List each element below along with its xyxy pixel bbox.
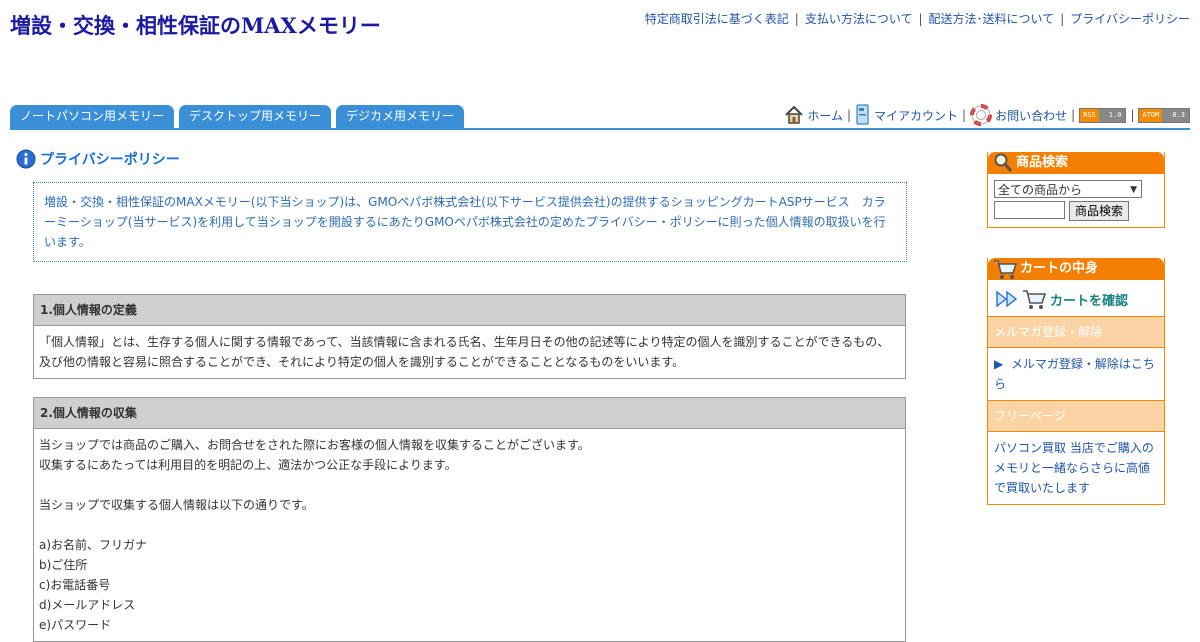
link-tokushoho[interactable]: 特定商取引法に基づく表記 <box>645 12 789 26</box>
cart-widget-header: カートの中身 <box>988 258 1164 280</box>
search-widget-header: 商品検索 <box>988 152 1164 174</box>
tab-desktop-memory[interactable]: デスクトップ用メモリー <box>179 105 332 129</box>
product-search-widget: 商品検索 全ての商品から ▼ 商品検索 <box>987 152 1165 228</box>
view-cart-label: カートを確認 <box>1050 293 1129 309</box>
freepage-body: パソコン買取 当店でご購入のメモリと一緒ならさらに高値で買取いたします <box>988 432 1164 504</box>
page-title: プライバシーポリシー <box>16 149 180 169</box>
search-form: 全ての商品から ▼ 商品検索 <box>988 174 1164 227</box>
top-links: 特定商取引法に基づく表記 | 支払い方法について | 配送方法･送料について | プライバシ… <box>645 10 1190 27</box>
mailmag-link-label: メルマガ登録・解除はこちら <box>994 357 1155 391</box>
cart-widget: カートの中身 カートを確認 メルマガ登録・解除 ▶ メルマガ登録・解除はこちら … <box>987 258 1165 505</box>
separator: | <box>1071 108 1076 122</box>
section-text: 「個人情報」とは、生存する個人に関する情報であって、当該情報に含まれる氏名、生年… <box>39 335 890 369</box>
link-shipping[interactable]: 配送方法･送料について <box>929 12 1055 26</box>
section-text: 当ショップでは商品のご購入、お問合せをされた際にお客様の個人情報を収集することが… <box>39 438 590 452</box>
atom-feed-badge[interactable]: ATOM 0.3 <box>1138 107 1190 123</box>
magnifier-icon <box>994 153 1013 172</box>
tab-camera-memory[interactable]: デジカメ用メモリー <box>336 105 465 129</box>
category-tabs: ノートパソコン用メモリー デスクトップ用メモリー デジカメ用メモリー <box>10 105 465 129</box>
nav-contact[interactable]: お問い合わせ <box>970 104 1067 126</box>
nav-home[interactable]: ホーム <box>784 105 843 125</box>
rss-version: 1.0 <box>1098 108 1126 122</box>
section-text <box>39 475 900 495</box>
mailmag-link[interactable]: ▶ メルマガ登録・解除はこちら <box>994 357 1155 391</box>
page-title-text: プライバシーポリシー <box>40 152 180 168</box>
section-body: 当ショップでは商品のご購入、お問合せをされた際にお客様の個人情報を収集することが… <box>34 429 905 641</box>
search-widget-title: 商品検索 <box>1016 155 1069 170</box>
site-title[interactable]: 増設・交換・相性保証のMAXメモリー <box>10 10 381 40</box>
freepage-header: フリーページ <box>988 400 1164 432</box>
rss-feed-badge[interactable]: RSS 1.0 <box>1079 107 1127 123</box>
double-arrow-icon <box>996 291 1018 307</box>
info-icon <box>16 149 36 169</box>
section-title: 2.個人情報の収集 <box>34 398 905 429</box>
home-icon <box>785 105 804 124</box>
separator: | <box>1060 12 1065 26</box>
utility-nav: ホーム | マイアカウント | お問い合わせ | RSS 1.0 | ATOM 0.… <box>784 104 1190 126</box>
intro-notice: 増設・交換・相性保証のMAXメモリー(以下当ショップ)は、GMOペパボ株式会社(… <box>33 182 907 262</box>
atom-label: ATOM <box>1139 108 1163 122</box>
chevron-down-icon: ▼ <box>1130 185 1137 195</box>
nav-account[interactable]: マイアカウント <box>855 104 958 126</box>
triangle-right-icon: ▶ <box>994 357 1004 371</box>
freepage-link[interactable]: パソコン買取 当店でご購入のメモリと一緒ならさらに高値で買取いたします <box>994 441 1154 495</box>
link-privacy[interactable]: プライバシーポリシー <box>1070 12 1190 26</box>
search-category-select[interactable]: 全ての商品から ▼ <box>994 180 1142 198</box>
section-text: d)メールアドレス <box>39 598 136 612</box>
separator: | <box>1130 108 1135 122</box>
section-text: 収集するにあたっては利用目的を明記の上、適法かつ公正な手段によります。 <box>39 458 457 472</box>
separator: | <box>846 108 851 122</box>
separator: | <box>918 12 923 26</box>
search-row: 商品検索 <box>994 201 1158 221</box>
tab-notebook-memory[interactable]: ノートパソコン用メモリー <box>10 105 175 129</box>
account-card-icon <box>856 104 869 125</box>
section-text: e)パスワード <box>39 618 112 632</box>
section-text: b)ご住所 <box>39 558 88 572</box>
cart-icon <box>1023 290 1047 309</box>
section-definition: 1.個人情報の定義 「個人情報」とは、生存する個人に関する情報であって、当該情報… <box>33 294 906 379</box>
section-text: a)お名前、フリガナ <box>39 538 148 552</box>
search-input[interactable] <box>994 201 1065 219</box>
atom-version: 0.3 <box>1162 108 1189 122</box>
section-text <box>39 515 900 535</box>
select-value: 全ての商品から <box>998 183 1083 197</box>
cart-icon <box>994 260 1018 279</box>
nav-home-label[interactable]: ホーム <box>807 107 843 124</box>
rss-label: RSS <box>1080 108 1099 122</box>
nav-contact-label[interactable]: お問い合わせ <box>995 107 1067 124</box>
lifebuoy-icon <box>970 104 993 126</box>
section-text: c)お電話番号 <box>39 578 111 592</box>
mailmag-header: メルマガ登録・解除 <box>988 316 1164 348</box>
cart-widget-title: カートの中身 <box>1020 261 1099 276</box>
view-cart-link[interactable]: カートを確認 <box>988 280 1164 316</box>
search-button[interactable]: 商品検索 <box>1069 201 1130 221</box>
tab-underline <box>10 128 1190 130</box>
separator: | <box>962 108 967 122</box>
separator: | <box>794 12 799 26</box>
mailmag-body: ▶ メルマガ登録・解除はこちら <box>988 348 1164 400</box>
section-collection: 2.個人情報の収集 当ショップでは商品のご購入、お問合せをされた際にお客様の個人… <box>33 397 906 642</box>
nav-account-label[interactable]: マイアカウント <box>874 107 958 124</box>
section-title: 1.個人情報の定義 <box>34 295 905 326</box>
link-payment[interactable]: 支払い方法について <box>805 12 913 26</box>
section-body: 「個人情報」とは、生存する個人に関する情報であって、当該情報に含まれる氏名、生年… <box>34 326 905 378</box>
section-text: 当ショップで収集する個人情報は以下の通りです。 <box>39 498 314 512</box>
